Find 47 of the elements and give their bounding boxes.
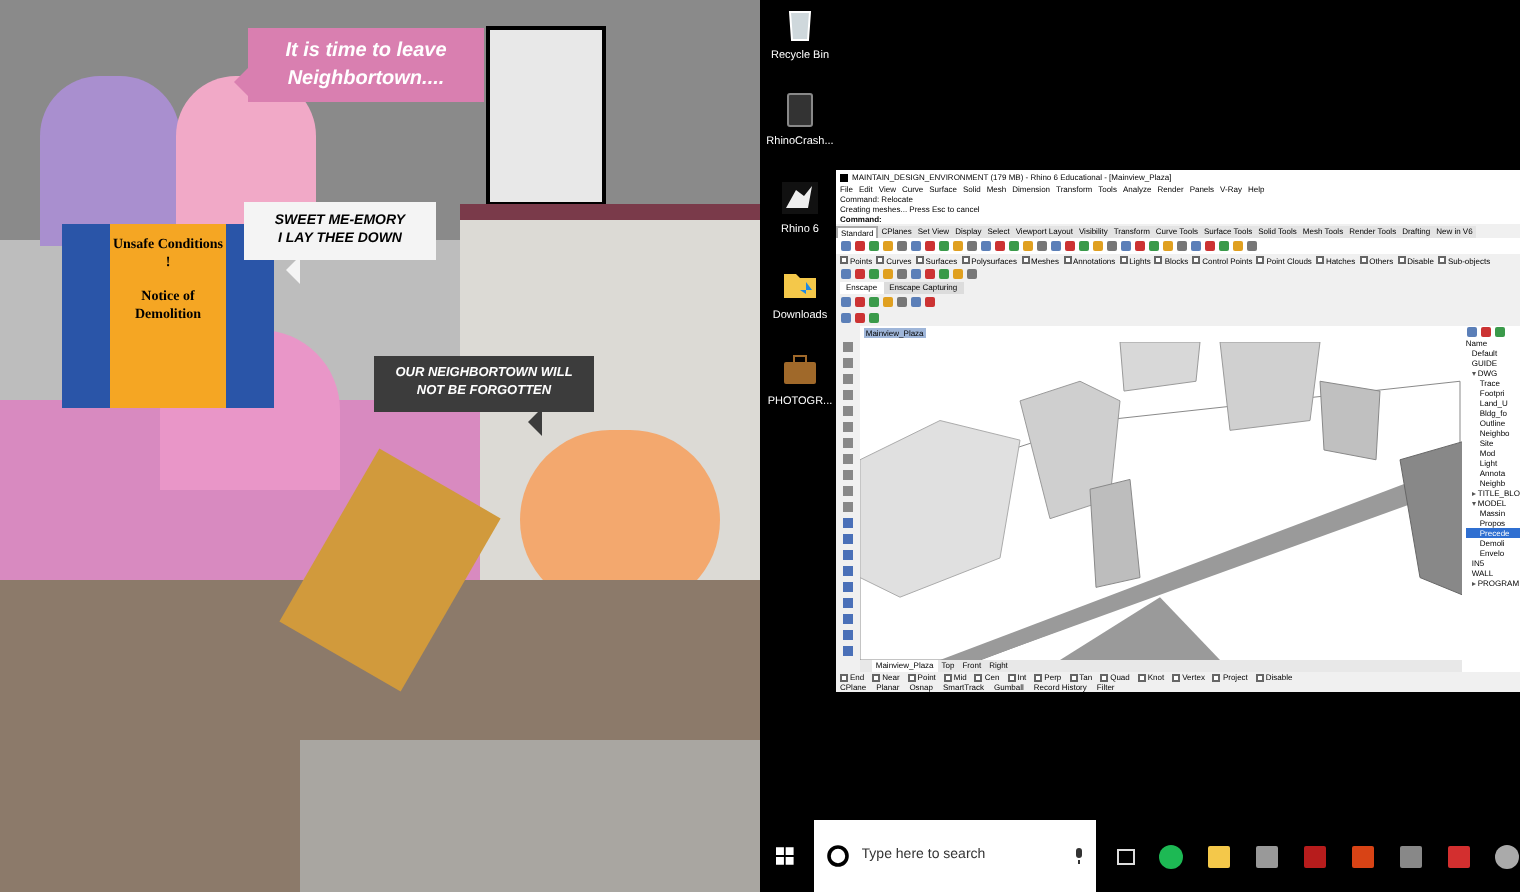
folder-app-icon[interactable] <box>1206 843 1232 869</box>
checkbox[interactable] <box>1069 673 1078 681</box>
checkbox[interactable] <box>1437 256 1446 264</box>
checkbox[interactable] <box>1192 256 1201 264</box>
checkbox[interactable] <box>1063 256 1072 264</box>
checkbox[interactable] <box>1007 673 1016 681</box>
checkbox[interactable] <box>1137 673 1146 681</box>
enscape-render-icons[interactable] <box>840 312 882 324</box>
pdf-app-icon[interactable] <box>1302 843 1328 869</box>
search-circle-icon <box>825 844 850 868</box>
microphone-icon[interactable] <box>1074 848 1084 864</box>
shield-app-icon[interactable] <box>1350 843 1376 869</box>
side-toolbar-icons[interactable] <box>841 342 854 662</box>
checkbox[interactable] <box>1397 256 1406 264</box>
checkbox[interactable] <box>961 256 970 264</box>
circle-app-icon[interactable] <box>1158 843 1184 869</box>
checkbox[interactable] <box>840 256 848 264</box>
checkbox[interactable] <box>876 256 885 264</box>
checkbox[interactable] <box>1119 256 1128 264</box>
checkbox[interactable] <box>1359 256 1368 264</box>
checkbox[interactable] <box>943 673 952 681</box>
checkbox[interactable] <box>915 256 924 264</box>
checkbox[interactable] <box>1315 256 1324 264</box>
checkbox[interactable] <box>1172 673 1181 681</box>
checkbox[interactable] <box>1021 256 1029 264</box>
checkbox[interactable] <box>907 673 916 681</box>
layer-panel-icons[interactable] <box>1465 326 1508 338</box>
task-view-icon[interactable] <box>1116 847 1136 865</box>
checkbox[interactable] <box>1255 673 1264 681</box>
letter-app-icon[interactable] <box>1446 843 1472 869</box>
checkbox[interactable] <box>840 673 848 681</box>
cloud-app-icon[interactable] <box>1398 843 1424 869</box>
checkbox[interactable] <box>1100 673 1109 681</box>
gear-app-icon[interactable] <box>1254 843 1280 869</box>
standard-toolbar-icons[interactable] <box>840 240 1260 252</box>
enscape-toolbar-icons[interactable] <box>840 296 938 308</box>
circle-app-icon[interactable] <box>1494 843 1520 869</box>
checkbox[interactable] <box>1034 673 1043 681</box>
selection-toolbar-icons[interactable] <box>840 268 980 280</box>
checkbox[interactable] <box>1154 256 1163 264</box>
rhino-icon <box>778 177 822 217</box>
checkbox[interactable] <box>1212 673 1221 681</box>
checkbox[interactable] <box>1256 256 1265 264</box>
rhino-app-icon <box>840 173 848 181</box>
checkbox[interactable] <box>974 673 983 681</box>
windows-start-icon[interactable] <box>776 846 794 866</box>
checkbox[interactable] <box>872 673 881 681</box>
